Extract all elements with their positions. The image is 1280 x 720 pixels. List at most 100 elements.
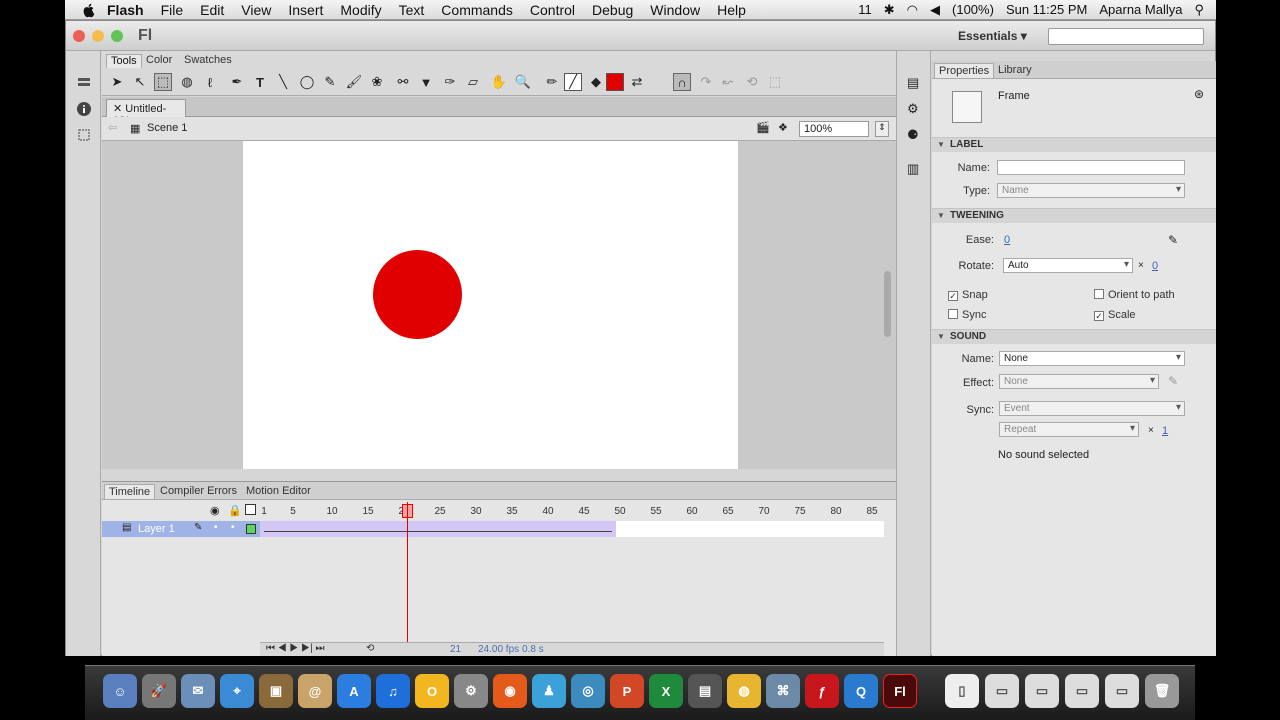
label-type-select[interactable]: Name [997,183,1185,198]
address-book-icon[interactable]: @ [298,674,332,708]
document-tab[interactable]: ✕ Untitled-10* [106,99,186,127]
clock[interactable]: Sun 11:25 PM [1006,2,1087,17]
tab-tools[interactable]: Tools [106,54,142,68]
layer-row[interactable]: ▤ Layer 1 ✎ • • [102,521,260,537]
sync-checkbox[interactable]: Sync [948,309,986,321]
ooo-icon[interactable]: O [415,674,449,708]
rotate-skew-icon[interactable]: ⟲ [743,73,761,91]
adobe-menu-extra[interactable]: 11 [858,2,872,17]
orient-checkbox[interactable]: Orient to path [1094,289,1175,301]
fill-swatch[interactable] [606,73,624,91]
photo-browser-icon[interactable]: ▤ [688,674,722,708]
zoom-dropdown-icon[interactable]: ⇕ [875,121,889,137]
back-arrow-icon[interactable]: ⇦ [108,121,117,134]
stroke-swatch[interactable]: ╱ [564,73,582,91]
playback-controls-icon[interactable]: ⏮ ◀ ▶ ▶| ⏭ [266,643,324,654]
flash-pro-icon[interactable]: Fl [883,674,917,708]
label-section[interactable]: LABEL [932,137,1216,152]
flash-player-icon[interactable]: ƒ [805,674,839,708]
itunes-icon[interactable]: ♫ [376,674,410,708]
powerpoint-icon[interactable]: P [610,674,644,708]
menu-insert[interactable]: Insert [288,2,323,18]
remote-desktop-icon[interactable]: ⌘ [766,674,800,708]
rotate-count[interactable]: 0 [1152,260,1158,272]
free-transform-tool-icon[interactable]: ⬚ [154,73,172,91]
messenger-icon[interactable]: ♟ [532,674,566,708]
help-search-input[interactable] [1048,28,1204,45]
scale-icon[interactable]: ⬚ [766,73,784,91]
lock-dot-icon[interactable]: • [231,522,235,533]
selection-tool-icon[interactable]: ➤ [108,73,126,91]
bone-tool-icon[interactable]: ⚯ [394,73,412,91]
firefox-icon[interactable]: ◉ [493,674,527,708]
sound-name-select[interactable]: None [999,351,1185,366]
brush-tool-icon[interactable]: 🖌 [345,73,363,91]
lasso-tool-icon[interactable]: ℓ [201,73,219,91]
tab-compiler-errors[interactable]: Compiler Errors [156,484,241,498]
frame-rate[interactable]: 24.00 fps [478,644,519,655]
paint-bucket-icon[interactable]: ▼ [417,73,435,91]
hand-tool-icon[interactable]: ✋ [490,73,508,91]
menu-help[interactable]: Help [717,2,746,18]
layers-icon[interactable] [76,75,92,91]
motion-tween-span[interactable] [260,521,616,537]
pen-tool-icon[interactable]: ✒ [228,73,246,91]
stage[interactable] [243,141,738,469]
tab-timeline[interactable]: Timeline [104,484,156,499]
tab-motion-editor[interactable]: Motion Editor [242,484,315,498]
snap-magnet-icon[interactable]: ∩ [673,73,691,91]
text-tool-icon[interactable]: T [251,73,269,91]
repeat-count[interactable]: 1 [1162,425,1168,437]
finder-icon[interactable]: ☺ [103,674,137,708]
minimize-button[interactable] [92,30,104,42]
swap-colors-icon[interactable]: ⇄ [628,73,646,91]
snap-checkbox[interactable]: ✓ Snap [948,289,988,301]
document-stack-icon[interactable]: ▯ [945,674,979,708]
pasteboard[interactable] [102,141,896,469]
help-icon[interactable]: ⊛ [1194,87,1204,101]
ease-value[interactable]: 0 [1004,234,1010,246]
transform-icon[interactable] [76,127,92,143]
frame-ruler[interactable]: 1 5 10 15 20 25 30 35 40 45 50 55 60 65 … [260,502,884,520]
tab-properties[interactable]: Properties [934,63,995,78]
tab-swatches[interactable]: Swatches [180,54,236,68]
zoom-tool-icon[interactable]: 🔍 [514,73,532,91]
menu-commands[interactable]: Commands [441,2,513,18]
layer-name[interactable]: Layer 1 [138,523,175,535]
menu-window[interactable]: Window [650,2,700,18]
system-preferences-icon[interactable]: ⚙ [454,674,488,708]
eraser-icon[interactable]: ▱ [464,73,482,91]
scene-name[interactable]: Scene 1 [147,122,187,134]
menu-debug[interactable]: Debug [592,2,633,18]
menu-file[interactable]: File [161,2,184,18]
zoom-field[interactable]: 100% [799,121,869,137]
wifi-icon[interactable]: ◠ [907,2,918,18]
menu-control[interactable]: Control [530,2,575,18]
layer-frames[interactable] [260,521,884,537]
zoom-button[interactable] [111,30,123,42]
workspace-switcher[interactable]: Essentials ▾ [958,29,1027,43]
red-circle-shape[interactable] [373,250,462,339]
quicktime-icon[interactable]: Q [844,674,878,708]
scale-checkbox[interactable]: ✓ Scale [1094,309,1136,321]
bluetooth-icon[interactable]: ✱ [884,2,895,18]
screenshot-icon[interactable]: ▭ [1105,674,1139,708]
smooth-icon[interactable]: ↷ [697,73,715,91]
apple-icon[interactable] [81,2,97,18]
motion-presets-icon[interactable]: ⚈ [907,127,919,143]
screenshot-icon[interactable]: ▭ [1025,674,1059,708]
straighten-icon[interactable]: ↜ [719,73,737,91]
edit-scene-icon[interactable]: 🎬 [756,121,770,134]
align-icon[interactable]: ▥ [907,161,919,177]
screenshot-stack-icon[interactable]: ▭ [985,674,1019,708]
tab-library[interactable]: Library [994,63,1036,77]
oval-tool-icon[interactable]: ◯ [298,73,316,91]
subselection-tool-icon[interactable]: ↖ [131,73,149,91]
menu-view[interactable]: View [241,2,271,18]
eyedropper-icon[interactable]: ✑ [441,73,459,91]
menu-edit[interactable]: Edit [200,2,224,18]
screenshot-icon[interactable]: ▭ [1065,674,1099,708]
volume-icon[interactable]: ◀ [930,2,940,18]
excel-icon[interactable]: X [649,674,683,708]
edit-sound-icon[interactable]: ✎ [1168,374,1178,388]
